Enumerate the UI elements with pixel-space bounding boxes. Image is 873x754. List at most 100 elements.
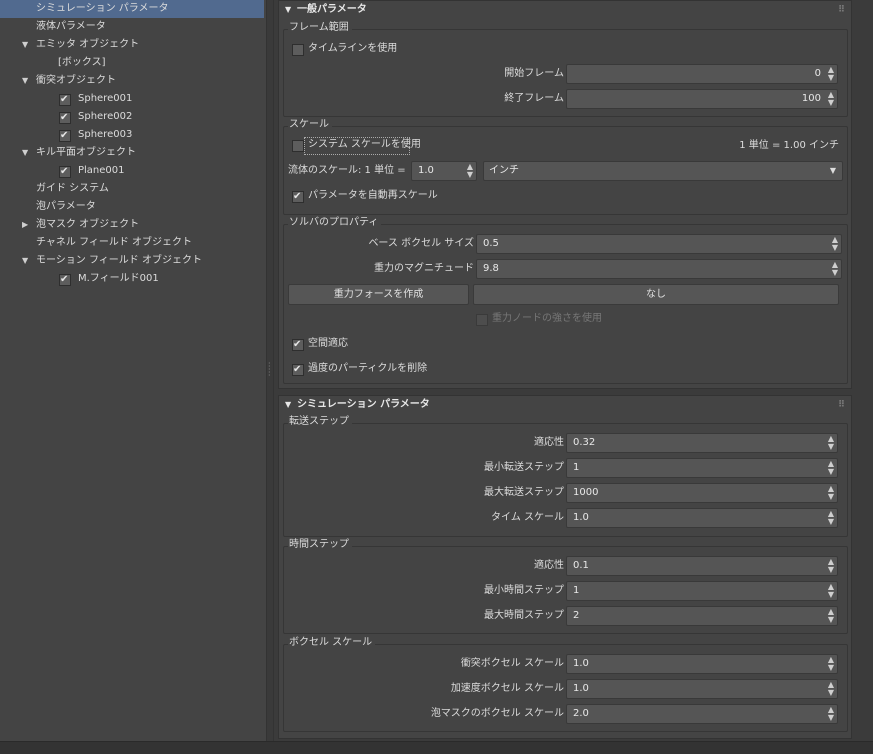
spinner-arrows-icon[interactable]: ▲ ▼ (828, 485, 834, 501)
spinner-value: 0.5 (483, 238, 499, 249)
create-gravity-force-button[interactable]: 重力フォースを作成 (288, 284, 469, 305)
rollout-header-simulation[interactable]: ▼ シミュレーション パラメータ ⠿ (279, 396, 851, 414)
splitter-grip-icon[interactable]: · · · · · (268, 360, 271, 380)
min-time-step-spinner[interactable]: 1 ▲ ▼ (566, 581, 838, 601)
chevron-down-icon: ▼ (829, 166, 836, 175)
tree-item-simulation-parameters[interactable]: シミュレーション パラメータ (0, 0, 264, 18)
collapsed-arrow-icon[interactable]: ▶ (22, 216, 28, 234)
spinner-arrows-icon[interactable]: ▲ ▼ (828, 656, 834, 672)
group-time-step: 時間ステップ 適応性 0.1 ▲ ▼ 最小時間ステップ 1 ▲ ▼ 最大時間ステップ… (283, 539, 848, 634)
status-bar (0, 741, 873, 754)
group-scale: スケール システム スケールを使用 1 単位 = 1.00 インチ 流体のスケー… (283, 119, 848, 215)
checkbox-box[interactable] (476, 314, 488, 326)
tree-item-foam-parameters[interactable]: 泡パラメータ (0, 198, 264, 216)
checkbox-plane001[interactable] (59, 163, 71, 181)
tree-item-collision-objects[interactable]: ▼ 衝突オブジェクト (0, 72, 264, 90)
checkbox-box[interactable] (292, 140, 304, 152)
spinner-arrows-icon[interactable]: ▲ ▼ (828, 608, 834, 624)
tree-item-kill-plane-objects[interactable]: ▼ キル平面オブジェクト (0, 144, 264, 162)
rollout-header-general[interactable]: ▼ 一般パラメータ ⠿ (279, 1, 851, 19)
min-transport-step-spinner[interactable]: 1 ▲ ▼ (566, 458, 838, 478)
checkbox-label: 過度のパーティクルを削除 (308, 363, 428, 374)
tree-item-guide-system[interactable]: ガイド システム (0, 180, 264, 198)
spinner-arrows-icon[interactable]: ▲ ▼ (828, 510, 834, 526)
foam-mask-voxel-scale-spinner[interactable]: 2.0 ▲ ▼ (566, 704, 838, 724)
checkbox-label: タイムラインを使用 (308, 43, 398, 54)
spinner-arrows-icon[interactable]: ▲ ▼ (832, 236, 838, 252)
tree-item-fluid-parameters[interactable]: 液体パラメータ (0, 18, 264, 36)
base-voxel-size-spinner[interactable]: 0.5 ▲ ▼ (476, 234, 842, 254)
start-frame-spinner[interactable]: 0 ▲ ▼ (566, 64, 838, 84)
spinner-arrows-icon[interactable]: ▲ ▼ (828, 706, 834, 722)
tree-item-label: 液体パラメータ (36, 21, 106, 32)
spinner-value: 1.0 (573, 683, 589, 694)
tree-item-emitter-objects[interactable]: ▼ エミッタ オブジェクト (0, 36, 264, 54)
spinner-arrows-icon[interactable]: ▲ ▼ (828, 681, 834, 697)
acceleration-voxel-scale-spinner[interactable]: 1.0 ▲ ▼ (566, 679, 838, 699)
spinner-arrows-icon[interactable]: ▲ ▼ (467, 163, 473, 179)
base-voxel-size-label: ベース ボクセル サイズ (368, 238, 474, 249)
spinner-arrows-icon[interactable]: ▲ ▼ (828, 66, 834, 82)
checkbox-box[interactable] (292, 188, 304, 206)
spinner-arrows-icon[interactable]: ▲ ▼ (832, 261, 838, 277)
gravity-node-picker-button[interactable]: なし (473, 284, 839, 305)
checkbox-mfield001[interactable] (59, 271, 71, 289)
group-label: 時間ステップ (288, 539, 352, 551)
collision-voxel-scale-spinner[interactable]: 1.0 ▲ ▼ (566, 654, 838, 674)
collapse-arrow-icon: ▼ (285, 400, 292, 409)
end-frame-spinner[interactable]: 100 ▲ ▼ (566, 89, 838, 109)
spinner-value: 1.0 (573, 658, 589, 669)
expand-arrow-icon[interactable]: ▼ (22, 252, 28, 270)
spinner-value: 1.0 (418, 165, 434, 176)
time-scale-spinner[interactable]: 1.0 ▲ ▼ (566, 508, 838, 528)
spinner-arrows-icon[interactable]: ▲ ▼ (828, 435, 834, 451)
spinner-arrows-icon[interactable]: ▲ ▼ (828, 583, 834, 599)
spinner-arrows-icon[interactable]: ▲ ▼ (828, 91, 834, 107)
tree-item-label: シミュレーション パラメータ (36, 3, 169, 14)
checkbox-box[interactable] (292, 336, 304, 354)
max-transport-step-spinner[interactable]: 1000 ▲ ▼ (566, 483, 838, 503)
expand-arrow-icon[interactable]: ▼ (22, 144, 28, 162)
checkbox-sphere003[interactable] (59, 127, 71, 145)
drag-handle-icon[interactable]: ⠿ (838, 1, 845, 19)
max-time-step-spinner[interactable]: 2 ▲ ▼ (566, 606, 838, 626)
tree-item-channel-field-objects[interactable]: チャネル フィールド オブジェクト (0, 234, 264, 252)
tree-item-motion-field-objects[interactable]: ▼ モーション フィールド オブジェクト (0, 252, 264, 270)
checkbox-box[interactable] (292, 44, 304, 56)
spinner-value: 1 (573, 462, 580, 473)
scrollbar[interactable] (854, 0, 871, 741)
collapse-arrow-icon: ▼ (285, 5, 292, 14)
expand-arrow-icon[interactable]: ▼ (22, 72, 28, 90)
checkbox-box[interactable] (292, 361, 304, 379)
spinner-value: 2.0 (573, 708, 589, 719)
end-frame-label: 終了フレーム (504, 93, 564, 104)
fluid-scale-spinner[interactable]: 1.0 ▲ ▼ (411, 161, 477, 181)
spinner-arrows-icon[interactable]: ▲ ▼ (828, 558, 834, 574)
fluid-scale-label: 流体のスケール: 1 単位 = (288, 165, 406, 176)
group-transport-step: 転送ステップ 適応性 0.32 ▲ ▼ 最小転送ステップ 1 ▲ ▼ 最大転送ステッ… (283, 416, 848, 537)
expand-arrow-icon[interactable]: ▼ (22, 36, 28, 54)
tree-item-plane001[interactable]: Plane001 (0, 162, 264, 181)
tree-item-box[interactable]: [ボックス] (0, 54, 264, 72)
tree-item-label: Sphere003 (78, 129, 133, 140)
checkbox-sphere002[interactable] (59, 109, 71, 127)
tree-item-label: M.フィールド001 (78, 273, 159, 284)
spinner-arrows-icon[interactable]: ▲ ▼ (828, 460, 834, 476)
tree-item-foam-mask-objects[interactable]: ▶ 泡マスク オブジェクト (0, 216, 264, 234)
spinner-value: 1.0 (573, 512, 589, 523)
tree-item-mfield001[interactable]: M.フィールド001 (0, 270, 264, 289)
spinner-value: 1 (573, 585, 580, 596)
tree-item-sphere003[interactable]: Sphere003 (0, 126, 264, 145)
gravity-magnitude-spinner[interactable]: 9.8 ▲ ▼ (476, 259, 842, 279)
tree-item-sphere001[interactable]: Sphere001 (0, 90, 264, 109)
drag-handle-icon[interactable]: ⠿ (838, 396, 845, 414)
unit-dropdown[interactable]: インチ ▼ (483, 161, 843, 181)
checkbox-label: 空間適応 (308, 338, 348, 349)
max-time-step-label: 最大時間ステップ (484, 610, 564, 621)
parameters-panel: ▼ 一般パラメータ ⠿ フレーム範囲 タイムラインを使用 開始フレーム 0 ▲ ▼… (274, 0, 873, 741)
checkbox-sphere001[interactable] (59, 91, 71, 109)
transport-adaptivity-spinner[interactable]: 0.32 ▲ ▼ (566, 433, 838, 453)
time-adaptivity-spinner[interactable]: 0.1 ▲ ▼ (566, 556, 838, 576)
rollout-general-parameters: ▼ 一般パラメータ ⠿ フレーム範囲 タイムラインを使用 開始フレーム 0 ▲ ▼… (278, 0, 852, 389)
tree-item-sphere002[interactable]: Sphere002 (0, 108, 264, 127)
